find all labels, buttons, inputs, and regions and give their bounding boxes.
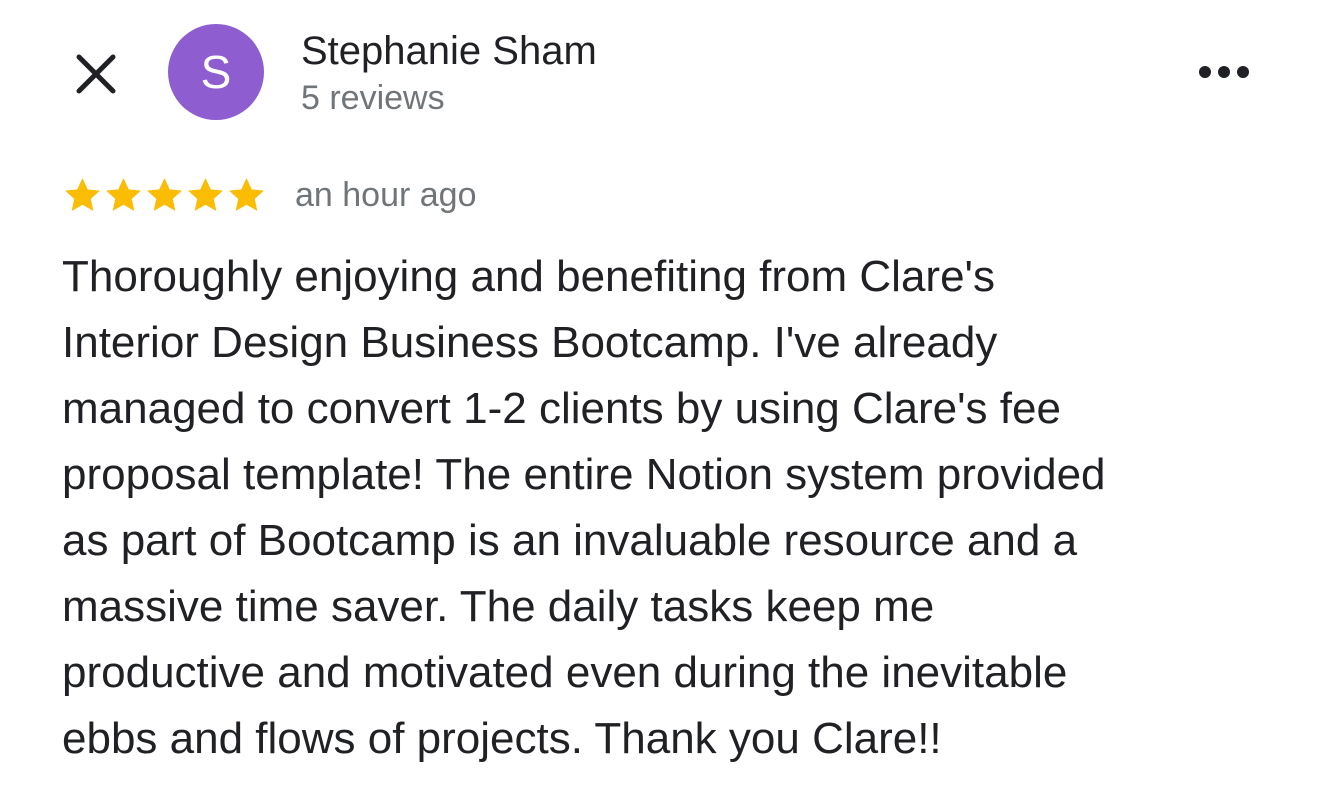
star-icon: [229, 177, 264, 211]
reviewer-name[interactable]: Stephanie Sham: [301, 28, 597, 74]
close-icon: [76, 54, 116, 94]
star-icon: [188, 177, 223, 211]
close-button[interactable]: [70, 48, 122, 100]
more-horizontal-icon: [1199, 66, 1249, 78]
star-icon: [65, 177, 100, 211]
review-timestamp: an hour ago: [295, 176, 477, 214]
review-text: Thoroughly enjoying and benefiting from …: [62, 252, 1106, 763]
more-options-button[interactable]: [1194, 50, 1254, 94]
avatar-initial: S: [200, 46, 232, 98]
star-icon: [106, 177, 141, 211]
avatar[interactable]: S: [168, 24, 264, 120]
review-count: 5 reviews: [301, 79, 445, 117]
star-icon: [147, 177, 182, 211]
star-rating: [62, 175, 267, 216]
rating-row: an hour ago: [62, 172, 477, 218]
